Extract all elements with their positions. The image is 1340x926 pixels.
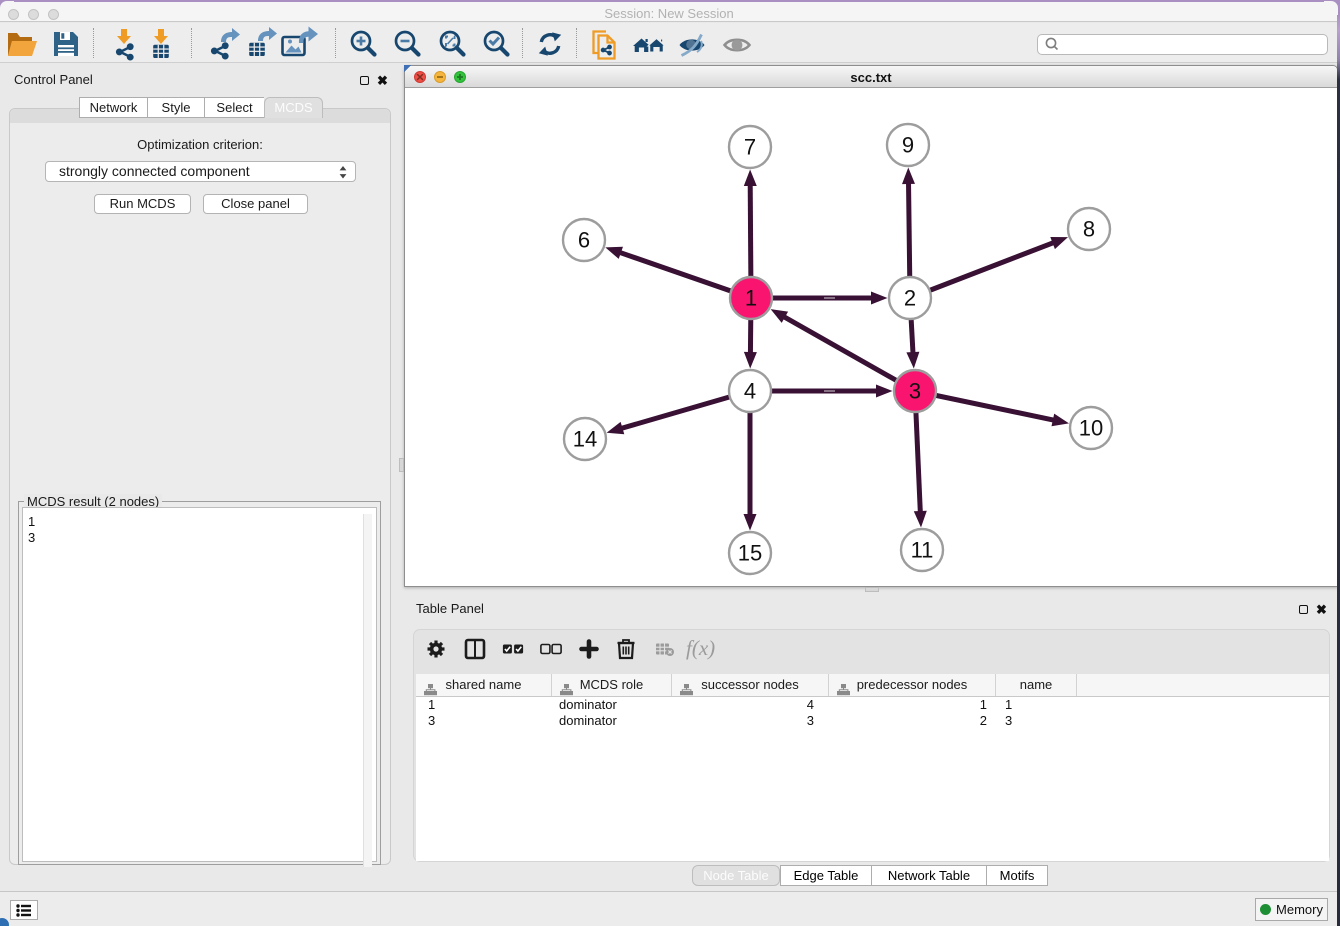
svg-text:3: 3 (909, 379, 921, 404)
svg-text:9: 9 (902, 133, 914, 158)
svg-text:1: 1 (745, 286, 757, 311)
svg-text:14: 14 (573, 427, 597, 452)
svg-text:4: 4 (744, 379, 756, 404)
svg-text:2: 2 (904, 286, 916, 311)
svg-text:10: 10 (1079, 416, 1103, 441)
svg-text:11: 11 (911, 538, 934, 563)
svg-text:8: 8 (1083, 217, 1095, 242)
svg-text:7: 7 (744, 135, 756, 160)
svg-text:15: 15 (738, 541, 762, 566)
svg-text:6: 6 (578, 228, 590, 253)
